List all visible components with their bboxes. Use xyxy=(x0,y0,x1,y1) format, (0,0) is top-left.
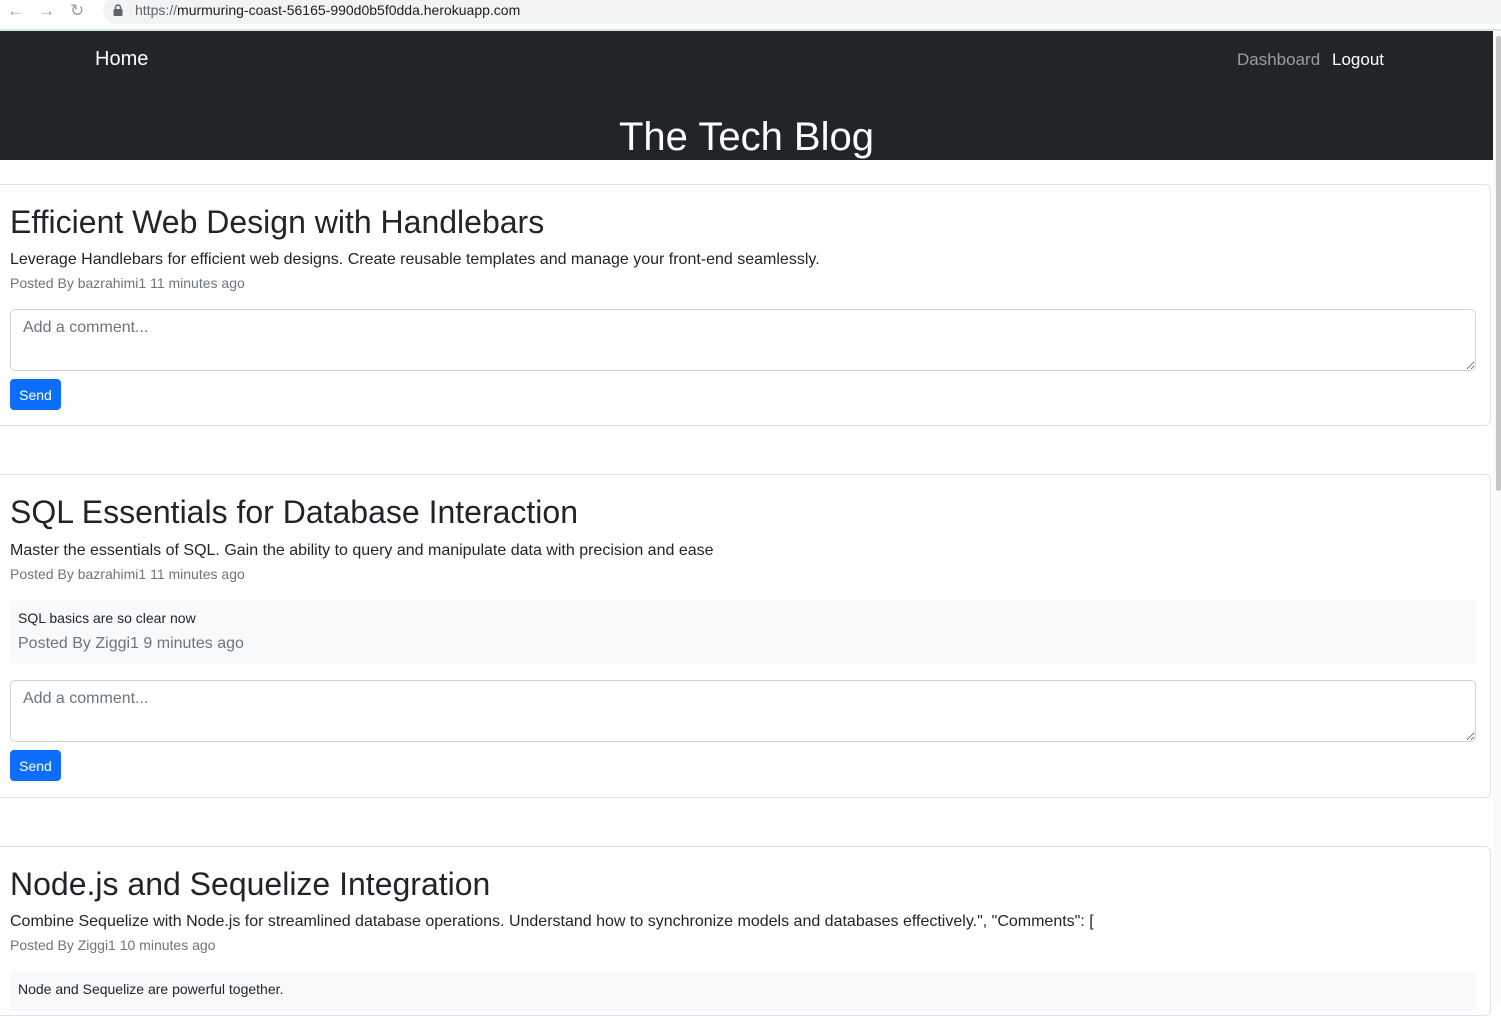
back-arrow-icon[interactable]: ← xyxy=(7,2,24,20)
comment-input[interactable] xyxy=(10,680,1476,742)
site-title: The Tech Blog xyxy=(619,115,874,159)
home-link[interactable]: Home xyxy=(95,48,148,71)
post-body: Leverage Handlebars for efficient web de… xyxy=(10,251,820,268)
send-button[interactable]: Send xyxy=(10,750,61,781)
post-body: Master the essentials of SQL. Gain the a… xyxy=(10,542,714,559)
send-button[interactable]: Send xyxy=(10,379,61,410)
comment-text: Node and Sequelize are powerful together… xyxy=(18,981,284,997)
comment-input[interactable] xyxy=(10,309,1476,371)
lock-icon xyxy=(113,4,123,16)
url-host: murmuring-coast-56165-990d0b5f0dda.herok… xyxy=(177,2,521,18)
post-body: Combine Sequelize with Node.js for strea… xyxy=(10,913,1094,930)
url-text[interactable]: https://murmuring-coast-56165-990d0b5f0d… xyxy=(135,2,520,18)
post-card: SQL Essentials for Database Interaction … xyxy=(0,474,1491,798)
dashboard-link[interactable]: Dashboard xyxy=(1237,50,1320,70)
reload-icon[interactable]: ↻ xyxy=(70,2,84,20)
post-meta: Posted By bazrahimi1 11 minutes ago xyxy=(10,566,245,582)
post-meta: Posted By bazrahimi1 11 minutes ago xyxy=(10,275,245,291)
scrollbar-thumb[interactable] xyxy=(1496,36,1501,491)
browser-toolbar: ← → ↻ https://murmuring-coast-56165-990d… xyxy=(0,0,1501,31)
comment-item: Node and Sequelize are powerful together… xyxy=(10,971,1476,1011)
post-title: Efficient Web Design with Handlebars xyxy=(10,204,545,240)
comment-item: SQL basics are so clear now Posted By Zi… xyxy=(10,600,1476,664)
post-title: SQL Essentials for Database Interaction xyxy=(10,494,578,530)
comment-meta: Posted By Ziggi1 9 minutes ago xyxy=(18,635,244,652)
site-header: Home Dashboard Logout The Tech Blog xyxy=(0,31,1493,160)
forward-arrow-icon[interactable]: → xyxy=(38,2,55,20)
post-card: Node.js and Sequelize Integration Combin… xyxy=(0,846,1491,1016)
post-title: Node.js and Sequelize Integration xyxy=(10,866,491,902)
url-protocol: https:// xyxy=(135,2,178,18)
post-card: Efficient Web Design with Handlebars Lev… xyxy=(0,184,1491,426)
logout-link[interactable]: Logout xyxy=(1332,50,1384,70)
post-meta: Posted By Ziggi1 10 minutes ago xyxy=(10,937,216,953)
comment-text: SQL basics are so clear now xyxy=(18,610,196,626)
